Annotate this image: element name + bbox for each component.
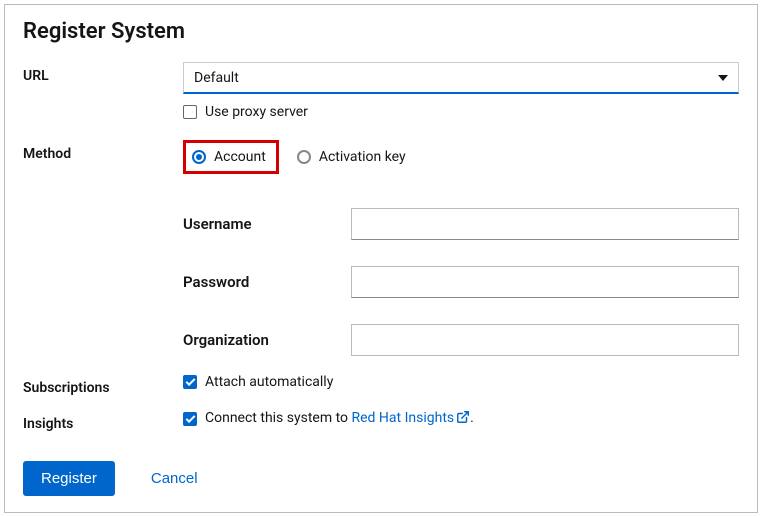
method-radio-group: Account Activation key [183, 140, 739, 174]
username-row: Username [183, 208, 739, 240]
actions-row: Register Cancel [23, 461, 198, 496]
organization-input[interactable] [351, 324, 739, 356]
password-input[interactable] [351, 266, 739, 298]
insights-suffix: . [470, 410, 474, 426]
subscriptions-label: Subscriptions [23, 374, 183, 396]
radio-icon-selected [192, 150, 206, 164]
row-insights: Insights Connect this system to Red Hat … [23, 410, 739, 432]
method-radio-activation-key[interactable]: Activation key [297, 149, 406, 165]
register-button[interactable]: Register [23, 461, 115, 496]
attach-checkbox[interactable] [183, 375, 197, 389]
organization-row: Organization [183, 324, 739, 356]
method-label: Method [23, 140, 183, 162]
insights-prefix: Connect this system to [205, 410, 352, 426]
external-link-icon [456, 410, 470, 428]
page-title: Register System [23, 19, 739, 44]
cancel-button[interactable]: Cancel [151, 470, 198, 487]
proxy-checkbox[interactable] [183, 105, 197, 119]
register-system-panel: Register System URL Default Use proxy se… [4, 4, 758, 513]
insights-field-col: Connect this system to Red Hat Insights. [183, 410, 739, 428]
method-field-col: Account Activation key Username Password… [183, 140, 739, 356]
method-activation-key-label: Activation key [319, 149, 406, 165]
insights-label: Insights [23, 410, 183, 432]
password-label: Password [183, 273, 351, 291]
insights-connect-row: Connect this system to Red Hat Insights. [183, 410, 739, 428]
organization-label: Organization [183, 331, 351, 349]
proxy-label: Use proxy server [205, 104, 308, 120]
radio-icon [297, 150, 311, 164]
subscriptions-field-col: Attach automatically [183, 374, 739, 390]
attach-row: Attach automatically [183, 374, 739, 390]
url-select-value: Default [194, 70, 718, 86]
row-subscriptions: Subscriptions Attach automatically [23, 374, 739, 396]
attach-label: Attach automatically [205, 374, 333, 390]
password-row: Password [183, 266, 739, 298]
username-label: Username [183, 215, 351, 233]
proxy-row: Use proxy server [183, 104, 739, 120]
url-field-col: Default Use proxy server [183, 62, 739, 120]
chevron-down-icon [718, 75, 728, 81]
method-account-label: Account [214, 149, 266, 165]
insights-text: Connect this system to Red Hat Insights. [205, 410, 474, 428]
insights-link[interactable]: Red Hat Insights [352, 410, 471, 426]
insights-checkbox[interactable] [183, 412, 197, 426]
username-input[interactable] [351, 208, 739, 240]
method-radio-account[interactable]: Account [192, 149, 266, 165]
row-method: Method Account Activation key Username [23, 140, 739, 356]
url-select[interactable]: Default [183, 62, 739, 94]
method-account-highlight: Account [183, 140, 279, 174]
url-label: URL [23, 62, 183, 84]
row-url: URL Default Use proxy server [23, 62, 739, 120]
